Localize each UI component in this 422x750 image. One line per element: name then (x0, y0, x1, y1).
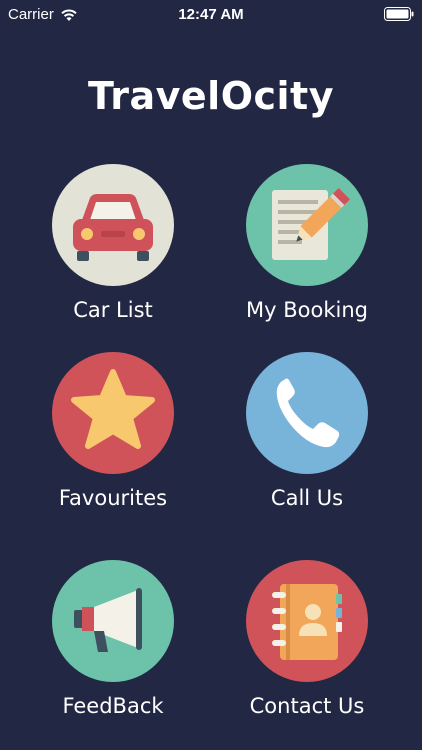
car-list-circle (52, 164, 174, 286)
feedback-circle (52, 560, 174, 682)
contact-us-button[interactable]: Contact Us (227, 560, 387, 718)
contact-us-label: Contact Us (249, 694, 365, 718)
call-us-button[interactable]: Call Us (227, 352, 387, 510)
booking-notepad-icon (272, 188, 350, 260)
feedback-label: FeedBack (62, 694, 164, 718)
contact-us-circle (246, 560, 368, 682)
feedback-button[interactable]: FeedBack (33, 560, 193, 718)
status-time: 12:47 AM (178, 6, 244, 23)
favourites-button[interactable]: Favourites (33, 352, 193, 510)
my-booking-label: My Booking (246, 298, 368, 322)
car-list-label: Car List (73, 298, 153, 322)
favourites-label: Favourites (58, 486, 168, 510)
phone-icon (276, 378, 340, 448)
car-icon (73, 194, 153, 261)
car-list-button[interactable]: Car List (33, 164, 193, 322)
my-booking-button[interactable]: My Booking (227, 164, 387, 322)
battery-icon (384, 7, 414, 21)
favourites-circle (52, 352, 174, 474)
star-icon (71, 369, 155, 449)
megaphone-icon (74, 588, 142, 652)
status-bar: Carrier 12:47 AM (0, 0, 422, 30)
my-booking-circle (246, 164, 368, 286)
app-title: TravelOcity (88, 74, 334, 118)
address-book-icon (272, 584, 342, 660)
call-us-circle (246, 352, 368, 474)
call-us-label: Call Us (270, 486, 344, 510)
